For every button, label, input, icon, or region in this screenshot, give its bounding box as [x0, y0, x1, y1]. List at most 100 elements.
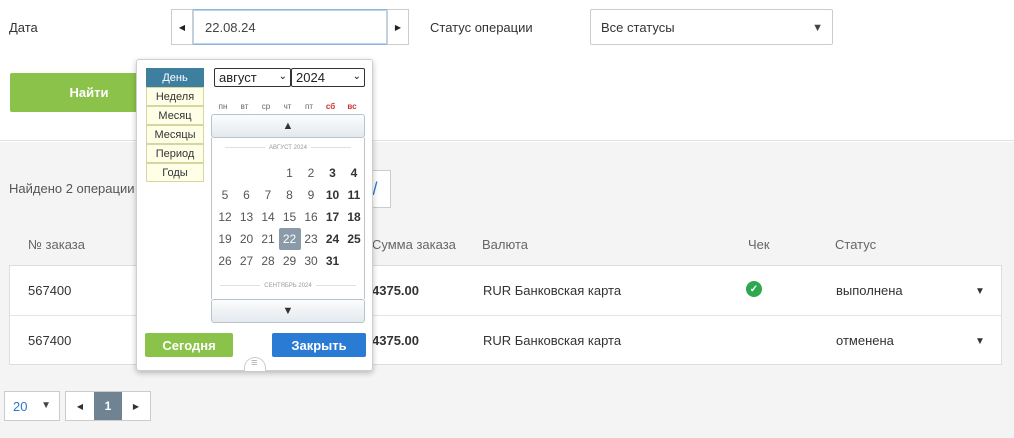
- calendar-day[interactable]: 5: [214, 184, 236, 206]
- per-page-select[interactable]: 20 ▼: [4, 391, 60, 421]
- column-header-amount: Сумма заказа: [372, 237, 456, 252]
- calendar-mode-day[interactable]: День: [146, 68, 204, 87]
- expand-row-icon[interactable]: ▼: [975, 286, 985, 297]
- chevron-down-icon: ▼: [812, 22, 823, 34]
- calendar-mode-list: День Неделя Месяц Месяцы Период Годы: [146, 68, 204, 182]
- calendar-day[interactable]: 24: [322, 228, 344, 250]
- calendar-day[interactable]: 3: [322, 162, 344, 184]
- year-select-value: 2024: [296, 70, 325, 85]
- status-select-value: Все статусы: [601, 19, 675, 35]
- status-select[interactable]: Все статусы ▼: [590, 9, 833, 45]
- calendar-day[interactable]: 7: [257, 184, 279, 206]
- weekday-label: вт: [240, 102, 249, 111]
- calendar-day[interactable]: 20: [236, 228, 258, 250]
- calendar-day[interactable]: 10: [322, 184, 344, 206]
- order-currency: RUR Банковская карта: [483, 333, 622, 348]
- calendar-day[interactable]: 8: [279, 184, 301, 206]
- column-header-status: Статус: [835, 237, 877, 252]
- check-circle-icon[interactable]: ✓: [746, 281, 762, 297]
- calendar-day[interactable]: 28: [257, 250, 279, 272]
- calendar-day[interactable]: 17: [322, 206, 344, 228]
- action-icon: /: [372, 178, 378, 199]
- column-header-currency: Валюта: [482, 237, 528, 252]
- calendar-popup: День Неделя Месяц Месяцы Период Годы авг…: [136, 59, 373, 371]
- found-count: Найдено 2 операции: [9, 181, 135, 196]
- per-page-value: 20: [13, 398, 28, 414]
- weekday-label: сб: [325, 102, 336, 111]
- calendar-day[interactable]: 4: [343, 162, 364, 184]
- chevron-down-icon: ⌄: [278, 71, 287, 82]
- calendar-mode-period[interactable]: Период: [146, 144, 204, 163]
- calendar-day[interactable]: 15: [279, 206, 301, 228]
- page-nav: ◀ 1 ▶: [65, 391, 151, 421]
- calendar-day[interactable]: 11: [343, 184, 364, 206]
- calendar-day[interactable]: 29: [279, 250, 301, 272]
- prev-page-button[interactable]: ◀: [66, 392, 94, 420]
- triangle-down-icon: ▼: [282, 305, 294, 317]
- calendar-day[interactable]: 23: [300, 228, 322, 250]
- chevron-down-icon: ⌄: [352, 71, 361, 82]
- chevron-down-icon: ▼: [41, 400, 51, 411]
- year-select[interactable]: 2024 ⌄: [291, 68, 365, 87]
- month-view: АВГУСТ 2024 1 2 3 4 5 6 7 8 9 10 11 12 13 14 15 16 17 18 1…: [211, 138, 365, 299]
- order-number: 567400: [28, 333, 72, 348]
- expand-row-icon[interactable]: ▼: [975, 336, 985, 347]
- next-month-label: СЕНТЯБРЬ 2024: [212, 283, 364, 289]
- weekday-label: вс: [347, 102, 357, 111]
- calendar-day[interactable]: 27: [236, 250, 258, 272]
- calendar-day[interactable]: 30: [300, 250, 322, 272]
- scroll-down-button[interactable]: ▼: [211, 299, 365, 323]
- calendar-day[interactable]: 16: [300, 206, 322, 228]
- calendar-mode-month[interactable]: Месяц: [146, 106, 204, 125]
- status-label: Статус операции: [430, 20, 533, 35]
- date-picker: ◀ ▶: [171, 9, 409, 45]
- date-input[interactable]: [193, 9, 387, 45]
- pagination: 20 ▼ ◀ 1 ▶: [4, 391, 151, 421]
- month-select-value: август: [219, 70, 257, 85]
- order-currency: RUR Банковская карта: [483, 283, 622, 298]
- date-label: Дата: [9, 20, 38, 35]
- prev-date-button[interactable]: ◀: [171, 9, 193, 45]
- order-amount: 4375.00: [372, 333, 419, 348]
- weekday-label: чт: [283, 102, 292, 111]
- calendar-day[interactable]: 1: [279, 162, 301, 184]
- column-header-check: Чек: [748, 237, 770, 252]
- triangle-right-icon: ▶: [394, 22, 402, 32]
- column-header-order: № заказа: [28, 237, 85, 252]
- month-select[interactable]: август ⌄: [214, 68, 291, 87]
- scroll-up-button[interactable]: ▲: [211, 114, 365, 138]
- next-page-button[interactable]: ▶: [122, 392, 150, 420]
- order-status: выполнена: [836, 283, 903, 298]
- calendar-day[interactable]: 2: [300, 162, 322, 184]
- triangle-up-icon: ▲: [282, 120, 294, 132]
- calendar-day[interactable]: 13: [236, 206, 258, 228]
- triangle-left-icon: ◀: [76, 401, 84, 411]
- calendar-day[interactable]: 26: [214, 250, 236, 272]
- weekday-label: пн: [218, 102, 228, 111]
- calendar-day[interactable]: 6: [236, 184, 258, 206]
- resize-handle-icon[interactable]: [244, 357, 266, 371]
- calendar-day[interactable]: 21: [257, 228, 279, 250]
- calendar-day-selected[interactable]: 22: [278, 228, 301, 250]
- month-label: АВГУСТ 2024: [212, 145, 364, 151]
- calendar-mode-week[interactable]: Неделя: [146, 87, 204, 106]
- calendar-day[interactable]: 14: [257, 206, 279, 228]
- calendar-day[interactable]: 12: [214, 206, 236, 228]
- calendar-day[interactable]: 18: [343, 206, 364, 228]
- triangle-right-icon: ▶: [132, 401, 140, 411]
- triangle-left-icon: ◀: [178, 22, 186, 32]
- order-status: отменена: [836, 333, 894, 348]
- calendar-day[interactable]: 31: [322, 250, 344, 272]
- today-button[interactable]: Сегодня: [145, 333, 233, 357]
- calendar-mode-years[interactable]: Годы: [146, 163, 204, 182]
- close-button[interactable]: Закрыть: [272, 333, 366, 357]
- calendar-day[interactable]: 19: [214, 228, 236, 250]
- weekday-label: пт: [305, 102, 313, 111]
- order-amount: 4375.00: [372, 283, 419, 298]
- calendar-mode-months[interactable]: Месяцы: [146, 125, 204, 144]
- page-button-current[interactable]: 1: [94, 392, 122, 420]
- next-date-button[interactable]: ▶: [387, 9, 409, 45]
- calendar-day[interactable]: 25: [343, 228, 364, 250]
- weekday-label: ср: [261, 102, 271, 111]
- calendar-day[interactable]: 9: [300, 184, 322, 206]
